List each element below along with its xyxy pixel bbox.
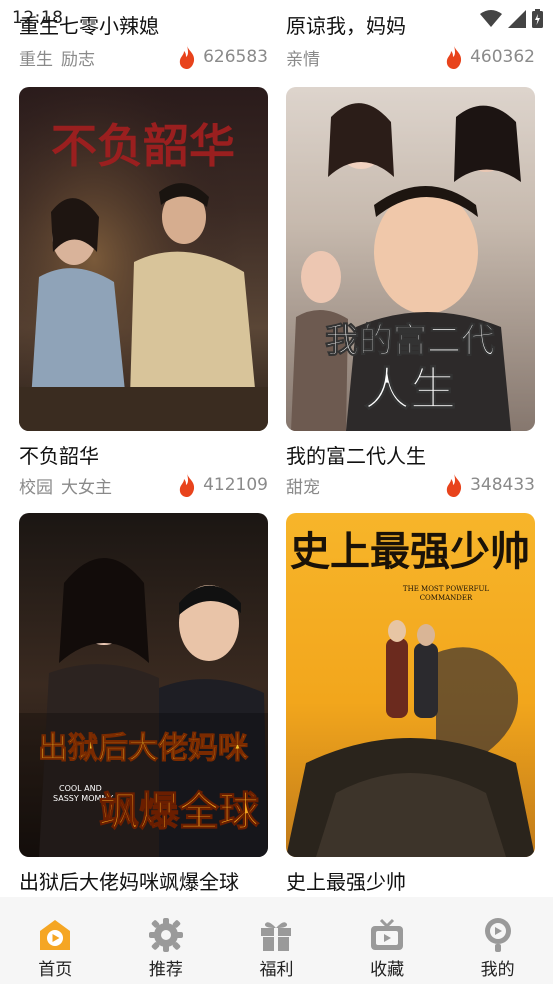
poster-title-text: 不负韶华 [51,119,235,173]
view-count: 412109 [203,475,268,495]
nav-item-favorites[interactable]: 收藏 [342,897,432,980]
flame-icon [179,45,195,69]
card-title: 出狱后大佬妈咪飒爆全球 [19,870,239,894]
nav-label: 推荐 [148,960,183,980]
drama-card[interactable]: 出狱后大佬妈咪飒爆全球 [19,866,268,895]
card-tag: 大女主 [61,477,112,498]
poster-title-text: 我的富二代 [325,321,495,361]
nav-label: 收藏 [370,960,405,980]
signal-icon [508,9,526,28]
card-title: 不负韶华 [19,444,99,468]
card-tag: 甜宠 [286,477,320,498]
gift-icon [261,922,292,951]
poster-image[interactable]: 我的富二代 人生 [286,87,535,431]
poster-subtitle-text: THE MOST POWERFUL [403,585,489,593]
poster-image[interactable]: 史上最强少帅 THE MOST POWERFUL COMMANDER [286,513,535,857]
view-count: 348433 [470,475,535,495]
bottom-nav: 首页 推荐 福利 收藏 我的 [0,897,553,984]
poster-art: 我的富二代 人生 [286,87,535,431]
profile-play-icon [484,918,511,952]
poster-title-text: 人生 [364,362,456,416]
wifi-icon [480,9,502,27]
card-title: 我的富二代人生 [286,444,426,468]
view-count: 460362 [470,47,535,67]
flame-icon [179,473,195,497]
battery-icon [532,9,543,28]
card-tag: 亲情 [286,49,320,70]
screen: 12:18 重生七零小辣媳 重生 励志 626583 原谅我，妈妈 亲情 460… [0,0,553,984]
drama-card[interactable]: 不负韶华 校园 大女主 412109 [19,440,268,498]
view-count: 626583 [203,47,268,67]
nav-item-home[interactable]: 首页 [10,897,100,980]
poster-title-text: 史上最强少帅 [290,528,530,575]
nav-label: 福利 [259,960,294,980]
poster-title-text: 出狱后大佬妈咪 [38,731,248,766]
poster-subtitle-text: COOL AND [59,784,102,793]
gear-icon [148,918,183,952]
flame-icon [446,473,462,497]
card-tag: 重生 [19,49,53,70]
poster-image[interactable]: 不负韶华 [19,87,268,431]
poster-art: 史上最强少帅 THE MOST POWERFUL COMMANDER [286,528,535,857]
tv-icon [371,918,404,950]
drama-card[interactable]: 史上最强少帅 [286,866,535,895]
poster-art: 出狱后大佬妈咪 COOL AND SASSY MOMMY 飒爆全球 [19,558,268,857]
poster-art: 不负韶华 [19,87,268,431]
status-time: 12:18 [12,8,64,28]
flame-icon [446,45,462,69]
home-play-icon [40,920,71,950]
nav-item-recommend[interactable]: 推荐 [121,897,211,980]
poster-image[interactable]: 出狱后大佬妈咪 COOL AND SASSY MOMMY 飒爆全球 [19,513,268,857]
status-icons [480,9,543,28]
poster-subtitle-text: COMMANDER [420,594,473,602]
card-tag: 校园 [19,477,53,498]
nav-label: 我的 [480,960,515,980]
nav-label: 首页 [38,960,73,980]
card-tag: 励志 [61,49,95,70]
poster-title-text: 飒爆全球 [99,788,260,835]
card-title: 史上最强少帅 [286,870,406,894]
nav-item-rewards[interactable]: 福利 [231,897,321,980]
nav-item-profile[interactable]: 我的 [453,897,543,980]
status-bar: 12:18 [0,0,553,36]
drama-card[interactable]: 我的富二代人生 甜宠 348433 [286,440,535,498]
